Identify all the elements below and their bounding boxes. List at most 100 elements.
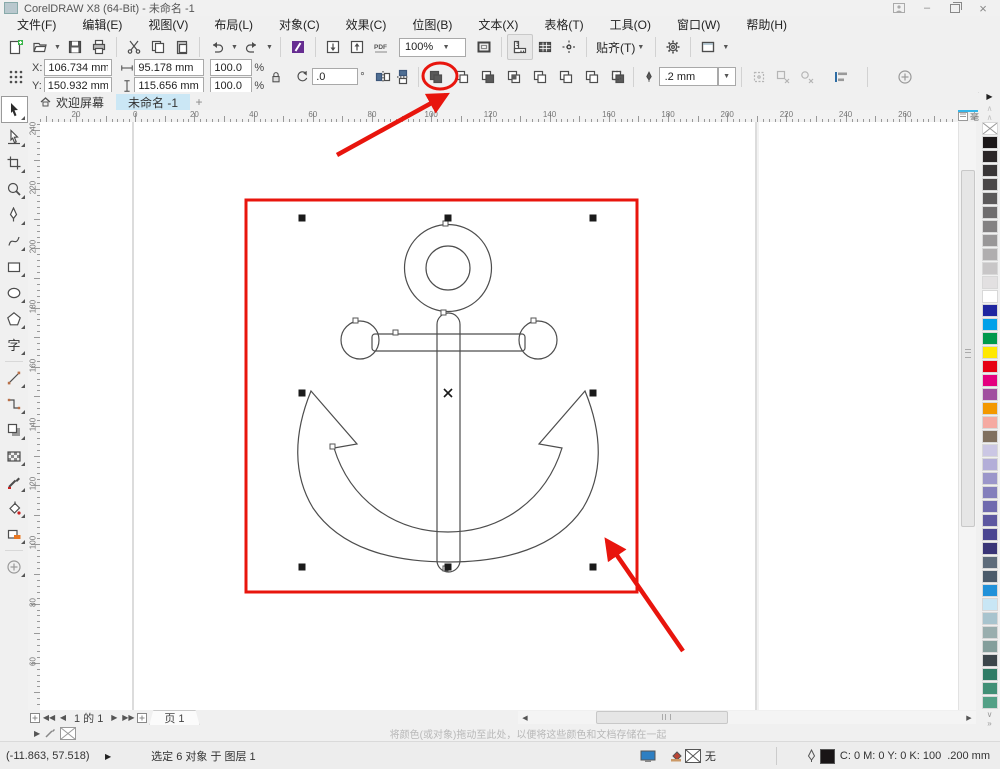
open-folder-icon[interactable] <box>28 35 52 59</box>
palette-swatch-5[interactable] <box>981 192 998 205</box>
menu-item-4[interactable]: 对象(C) <box>266 15 333 34</box>
undo-dropdown-icon[interactable]: ▼ <box>229 35 240 59</box>
vertical-scrollbar-thumb[interactable] <box>961 170 975 527</box>
shape-tool[interactable] <box>2 124 27 149</box>
palette-no-color-swatch[interactable] <box>981 122 998 135</box>
last-page-icon[interactable]: ▶▶ <box>121 711 135 724</box>
outline-color-chip[interactable] <box>819 748 835 764</box>
fill-none-swatch[interactable] <box>684 749 701 763</box>
color-eyedropper-tool[interactable] <box>2 469 27 494</box>
show-guidelines-icon[interactable] <box>557 35 581 59</box>
palette-swatch-32[interactable] <box>981 570 998 583</box>
import-icon[interactable] <box>321 35 345 59</box>
save-icon[interactable] <box>63 35 87 59</box>
transparency-tool[interactable] <box>2 443 27 468</box>
palette-swatch-33[interactable] <box>981 584 998 597</box>
back-minus-front-icon[interactable] <box>582 65 602 89</box>
customize-plus-icon[interactable] <box>893 65 917 89</box>
crop-tool[interactable] <box>2 150 27 175</box>
new-document-icon[interactable] <box>4 35 28 59</box>
palette-swatch-31[interactable] <box>981 556 998 569</box>
palette-swatch-3[interactable] <box>981 164 998 177</box>
rectangle-tool[interactable] <box>2 254 27 279</box>
palette-scroll-up-icon[interactable]: ∧ <box>987 113 993 122</box>
alignment-icon[interactable] <box>829 65 853 89</box>
horizontal-scrollbar-thumb[interactable] <box>596 711 728 724</box>
anchor-shaft[interactable] <box>436 312 461 573</box>
selection-handle[interactable] <box>444 563 452 571</box>
palette-swatch-16[interactable] <box>981 346 998 359</box>
palette-swatch-23[interactable] <box>981 444 998 457</box>
show-grid-icon[interactable] <box>533 35 557 59</box>
show-rulers-icon[interactable] <box>507 34 533 60</box>
add-page-icon[interactable] <box>28 711 42 724</box>
palette-swatch-41[interactable] <box>981 696 998 709</box>
menu-item-11[interactable]: 帮助(H) <box>733 15 800 34</box>
palette-swatch-2[interactable] <box>981 150 998 163</box>
boundary-icon[interactable] <box>608 65 628 89</box>
print-icon[interactable] <box>87 35 111 59</box>
palette-swatch-25[interactable] <box>981 472 998 485</box>
tray-eyedropper-icon[interactable] <box>44 727 56 739</box>
selection-handle[interactable] <box>589 563 597 571</box>
palette-expand-icon[interactable]: » <box>987 719 991 728</box>
lock-ratio-icon[interactable] <box>266 65 286 89</box>
weld-icon[interactable] <box>452 65 472 89</box>
selection-center-marker[interactable] <box>443 388 453 398</box>
object-width-input[interactable] <box>134 59 205 76</box>
prev-page-icon[interactable]: ◀ <box>56 711 70 724</box>
menu-item-2[interactable]: 视图(V) <box>135 15 201 34</box>
account-icon[interactable] <box>892 2 906 14</box>
palette-swatch-19[interactable] <box>981 388 998 401</box>
combine-icon[interactable] <box>426 65 446 89</box>
text-tool[interactable]: 字 <box>2 332 27 357</box>
selection-handle[interactable] <box>298 389 306 397</box>
palette-swatch-6[interactable] <box>981 206 998 219</box>
menu-item-9[interactable]: 工具(O) <box>597 15 664 34</box>
redo-icon[interactable] <box>240 35 264 59</box>
close-button[interactable]: × <box>976 1 990 16</box>
document-tab-0[interactable]: 欢迎屏幕 <box>28 94 116 110</box>
palette-swatch-21[interactable] <box>981 416 998 429</box>
palette-swatch-20[interactable] <box>981 402 998 415</box>
selection-handle[interactable] <box>589 214 597 222</box>
anchor-flukes[interactable] <box>297 389 599 563</box>
intersect-icon[interactable] <box>504 65 524 89</box>
outline-width-combo[interactable]: .2 mm <box>658 67 718 86</box>
palette-swatch-11[interactable] <box>981 276 998 289</box>
menu-item-5[interactable]: 效果(C) <box>333 15 400 34</box>
selection-handle[interactable] <box>589 389 597 397</box>
palette-swatch-14[interactable] <box>981 318 998 331</box>
simplify-icon[interactable] <box>530 65 550 89</box>
palette-swatch-12[interactable] <box>981 290 998 303</box>
anchor-ring-outer[interactable] <box>403 223 493 313</box>
anchor-crossbar[interactable] <box>371 333 526 352</box>
palette-swatch-27[interactable] <box>981 500 998 513</box>
palette-swatch-39[interactable] <box>981 668 998 681</box>
palette-swatch-8[interactable] <box>981 234 998 247</box>
origin-grid-icon[interactable] <box>4 65 28 89</box>
menu-item-6[interactable]: 位图(B) <box>399 15 465 34</box>
palette-swatch-35[interactable] <box>981 612 998 625</box>
x-position-input[interactable] <box>44 59 113 76</box>
pen-tool[interactable] <box>2 202 27 227</box>
bspline-tool[interactable] <box>2 228 27 253</box>
cut-icon[interactable] <box>122 35 146 59</box>
palette-swatch-18[interactable] <box>981 374 998 387</box>
new-document-tab-button[interactable]: + <box>190 94 208 110</box>
full-screen-preview-icon[interactable] <box>472 35 496 59</box>
parallel-dimension-tool[interactable] <box>2 365 27 390</box>
document-tab-1[interactable]: 未命名 -1 <box>116 94 191 110</box>
snap-menu-button[interactable]: 贴齐(T) ▼ <box>592 33 650 61</box>
tray-no-color-swatch[interactable] <box>60 726 77 740</box>
palette-swatch-13[interactable] <box>981 304 998 317</box>
export-icon[interactable] <box>345 35 369 59</box>
fill-icon[interactable] <box>670 750 683 762</box>
mirror-vertical-icon[interactable] <box>393 65 413 89</box>
palette-swatch-26[interactable] <box>981 486 998 499</box>
scale-x-input[interactable] <box>210 59 253 76</box>
redo-dropdown-icon[interactable]: ▼ <box>264 35 275 59</box>
palette-swatch-7[interactable] <box>981 220 998 233</box>
palette-swatch-17[interactable] <box>981 360 998 373</box>
restore-button[interactable] <box>948 1 962 14</box>
